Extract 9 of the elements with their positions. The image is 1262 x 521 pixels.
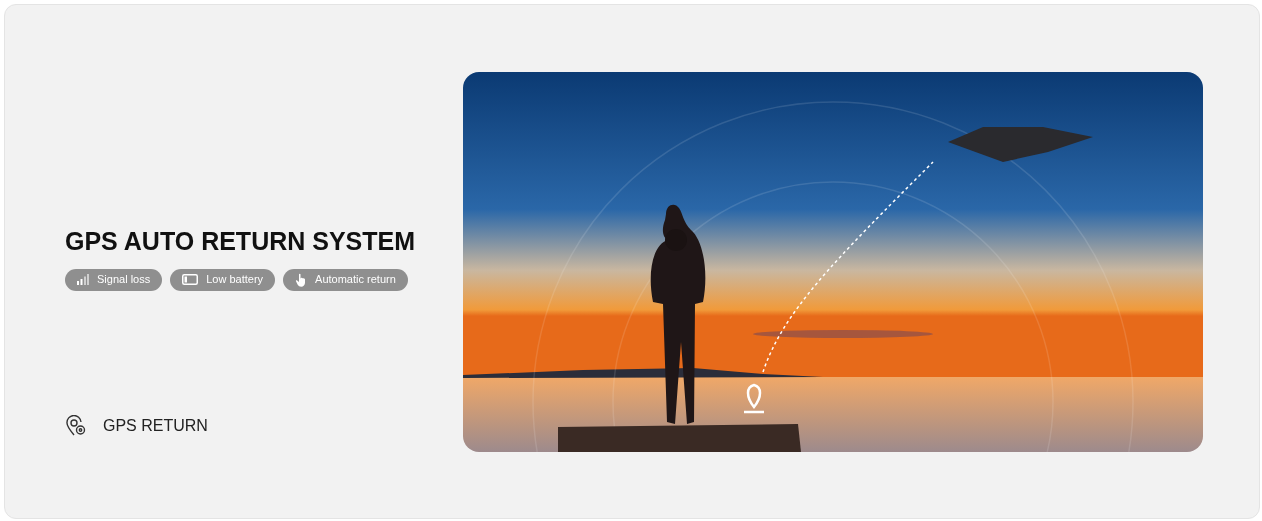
hand-pointer-icon xyxy=(295,272,308,287)
badge-label: Signal loss xyxy=(97,272,151,288)
badge-label: Low battery xyxy=(206,272,264,288)
battery-icon xyxy=(182,274,199,285)
section-heading: GPS AUTO RETURN SYSTEM xyxy=(65,226,416,255)
badge-label: Automatic return xyxy=(315,272,396,288)
signal-icon xyxy=(77,274,89,285)
feature-label: GPS RETURN xyxy=(103,415,208,436)
location-pin-icon xyxy=(65,414,87,437)
